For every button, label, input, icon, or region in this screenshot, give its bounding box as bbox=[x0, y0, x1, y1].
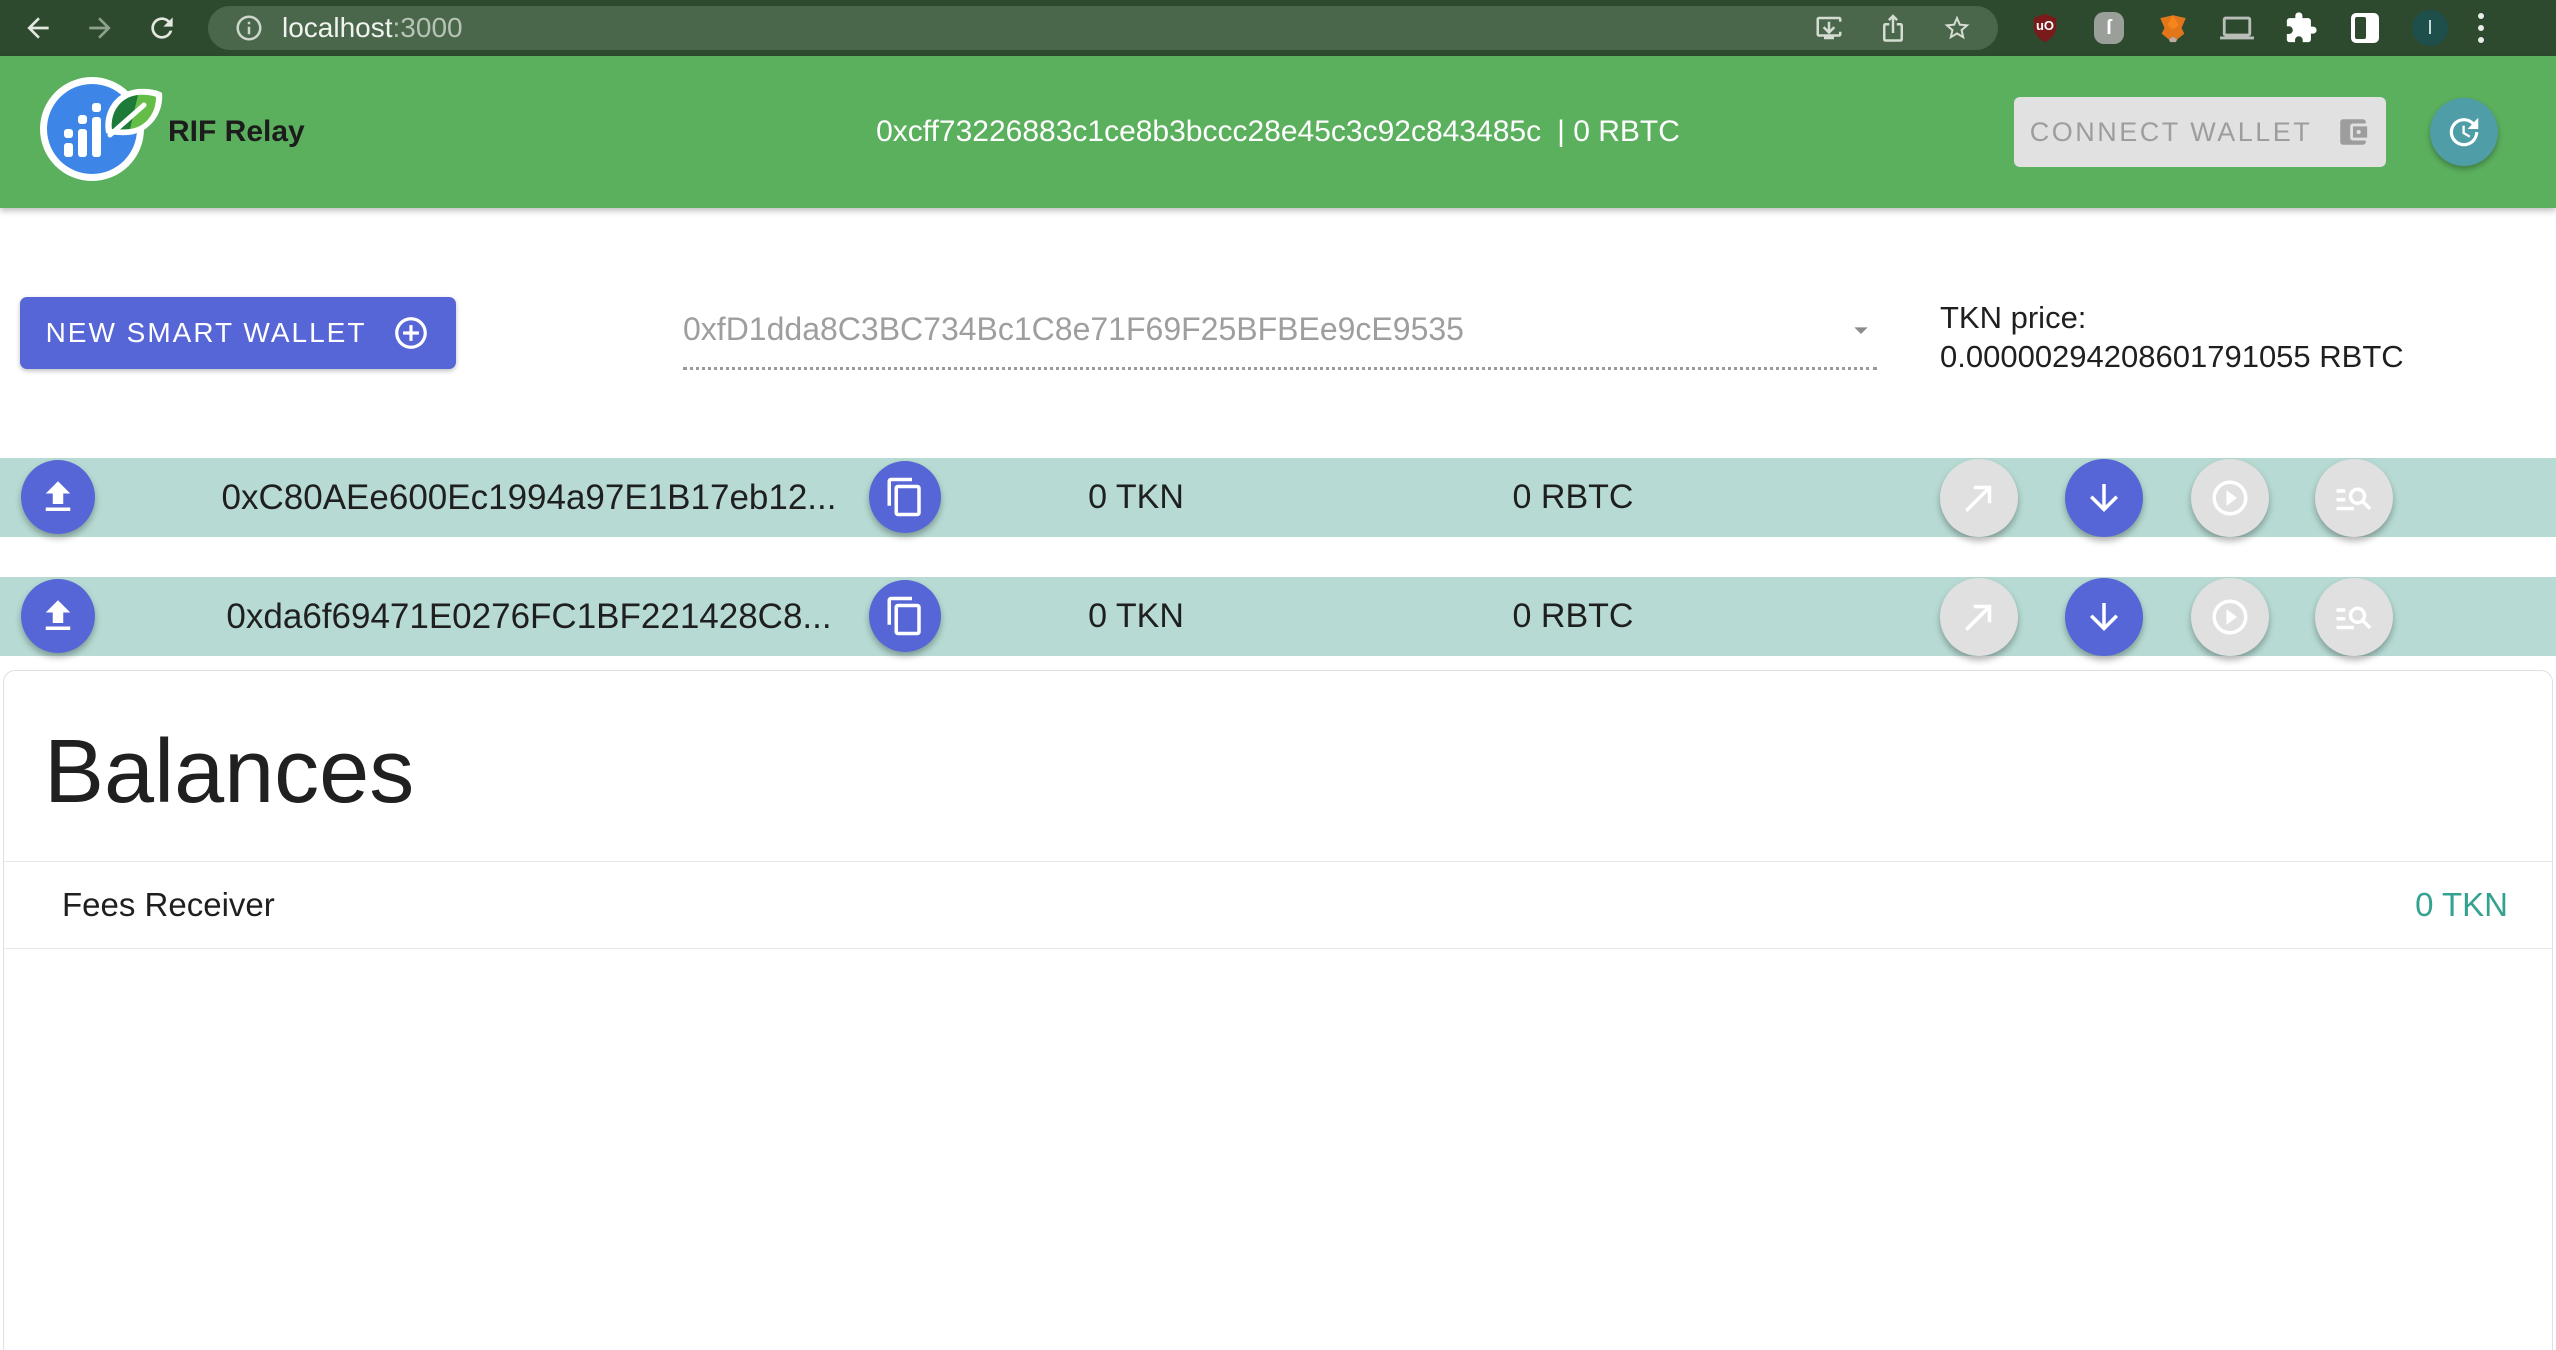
transfer-button[interactable] bbox=[1940, 578, 2018, 656]
transfer-button[interactable] bbox=[1940, 459, 2018, 537]
fees-receiver-value: 0 TKN bbox=[2415, 886, 2508, 924]
reload-icon[interactable] bbox=[146, 12, 178, 44]
arrow-down-icon bbox=[2083, 477, 2125, 519]
execute-button[interactable] bbox=[2191, 459, 2269, 537]
extensions-puzzle-icon[interactable] bbox=[2284, 11, 2318, 45]
account-address: 0xcff73226883c1ce8b3bccc28e45c3c92c84348… bbox=[876, 115, 1541, 149]
account-balance: | 0 RBTC bbox=[1557, 115, 1680, 149]
browser-toolbar: localhost:3000 uO ſ bbox=[0, 0, 2556, 56]
page: localhost:3000 uO ſ bbox=[0, 0, 2556, 1350]
tkn-price-label: TKN price: bbox=[1940, 298, 2404, 337]
upload-icon bbox=[37, 476, 79, 518]
inspect-button[interactable] bbox=[2315, 459, 2393, 537]
wallet-address: 0xC80AEe600Ec1994a97E1B17eb12... bbox=[233, 458, 825, 537]
search-list-icon bbox=[2333, 477, 2375, 519]
back-icon[interactable] bbox=[22, 12, 54, 44]
arrow-up-right-icon bbox=[1958, 596, 2000, 638]
copy-icon bbox=[884, 595, 926, 637]
extensions-row: uO ſ I bbox=[2028, 10, 2484, 46]
update-icon bbox=[2445, 113, 2483, 151]
balances-title: Balances bbox=[44, 721, 414, 824]
copy-address-button[interactable] bbox=[869, 580, 941, 652]
browser-menu-icon[interactable] bbox=[2478, 13, 2484, 43]
wallet-tkn-balance: 0 TKN bbox=[1026, 458, 1246, 537]
receive-button[interactable] bbox=[2065, 459, 2143, 537]
wallet-tkn-balance: 0 TKN bbox=[1026, 577, 1246, 656]
execute-button[interactable] bbox=[2191, 578, 2269, 656]
tkn-price-value: 0.00000294208601791055 RBTC bbox=[1940, 337, 2404, 376]
wallet-icon bbox=[2336, 115, 2370, 149]
smart-wallet-select[interactable]: 0xfD1dda8C3BC734Bc1C8e71F69F25BFBEe9cE95… bbox=[683, 292, 1877, 370]
add-circle-icon bbox=[392, 314, 430, 352]
inspect-button[interactable] bbox=[2315, 578, 2393, 656]
chevron-down-icon bbox=[1845, 314, 1877, 346]
deploy-wallet-button[interactable] bbox=[21, 579, 95, 653]
password-manager-extension-icon[interactable]: ſ bbox=[2092, 11, 2126, 45]
ublock-extension-icon[interactable]: uO bbox=[2028, 11, 2062, 45]
upload-icon bbox=[37, 595, 79, 637]
app-title: RIF Relay bbox=[168, 115, 305, 149]
wallet-rbtc-balance: 0 RBTC bbox=[1463, 458, 1683, 537]
screen-extension-icon[interactable] bbox=[2220, 11, 2254, 45]
app-header: RIF Relay 0xcff73226883c1ce8b3bccc28e45c… bbox=[0, 56, 2556, 208]
copy-address-button[interactable] bbox=[869, 461, 941, 533]
fees-receiver-row: Fees Receiver 0 TKN bbox=[4, 861, 2552, 949]
smart-wallet-row: 0xda6f69471E0276FC1BF221428C8... 0 TKN 0… bbox=[0, 577, 2556, 656]
install-app-icon[interactable] bbox=[1814, 13, 1844, 43]
url-port: :3000 bbox=[393, 12, 463, 43]
selected-wallet-address: 0xfD1dda8C3BC734Bc1C8e71F69F25BFBEe9cE95… bbox=[683, 311, 1845, 348]
smart-wallet-row: 0xC80AEe600Ec1994a97E1B17eb12... 0 TKN 0… bbox=[0, 458, 2556, 537]
play-circle-icon bbox=[2209, 477, 2251, 519]
wallet-rbtc-balance: 0 RBTC bbox=[1463, 577, 1683, 656]
url-text: localhost:3000 bbox=[282, 12, 463, 44]
address-bar[interactable]: localhost:3000 bbox=[208, 6, 1998, 50]
bookmark-star-icon[interactable] bbox=[1942, 13, 1972, 43]
rif-relay-logo bbox=[40, 77, 150, 187]
tkn-price: TKN price: 0.00000294208601791055 RBTC bbox=[1940, 298, 2404, 376]
share-icon[interactable] bbox=[1878, 13, 1908, 43]
search-list-icon bbox=[2333, 596, 2375, 638]
arrow-down-icon bbox=[2083, 596, 2125, 638]
fees-receiver-label: Fees Receiver bbox=[62, 886, 2415, 924]
deploy-wallet-button[interactable] bbox=[21, 460, 95, 534]
connect-wallet-button[interactable]: CONNECT WALLET bbox=[2014, 97, 2386, 167]
balances-card: Balances Fees Receiver 0 TKN bbox=[3, 670, 2553, 1350]
side-panel-icon[interactable] bbox=[2348, 11, 2382, 45]
new-smart-wallet-button[interactable]: NEW SMART WALLET bbox=[20, 297, 456, 369]
site-info-icon[interactable] bbox=[234, 13, 264, 43]
arrow-up-right-icon bbox=[1958, 477, 2000, 519]
refresh-button[interactable] bbox=[2430, 98, 2498, 166]
forward-icon[interactable] bbox=[84, 12, 116, 44]
play-circle-icon bbox=[2209, 596, 2251, 638]
wallet-address: 0xda6f69471E0276FC1BF221428C8... bbox=[233, 577, 825, 656]
metamask-extension-icon[interactable] bbox=[2156, 11, 2190, 45]
copy-icon bbox=[884, 476, 926, 518]
profile-avatar[interactable]: I bbox=[2412, 10, 2448, 46]
receive-button[interactable] bbox=[2065, 578, 2143, 656]
leaf-icon bbox=[98, 83, 164, 141]
